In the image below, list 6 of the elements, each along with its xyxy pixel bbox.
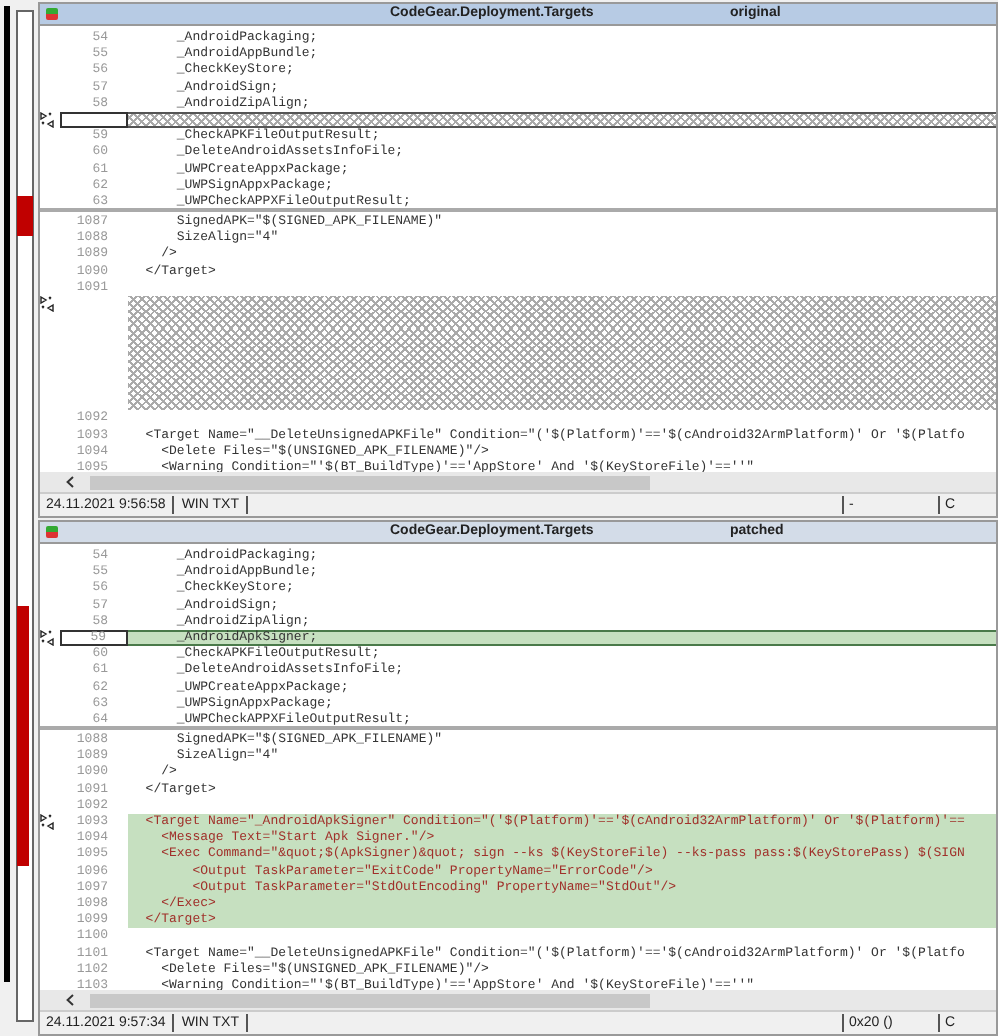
horizontal-scrollbar[interactable]	[40, 990, 996, 1010]
scrollbar-thumb[interactable]	[90, 475, 650, 489]
scrollbar-thumb[interactable]	[90, 993, 650, 1007]
status-icon	[46, 8, 58, 20]
status-icon	[46, 526, 58, 538]
horizontal-scrollbar[interactable]	[40, 472, 996, 492]
